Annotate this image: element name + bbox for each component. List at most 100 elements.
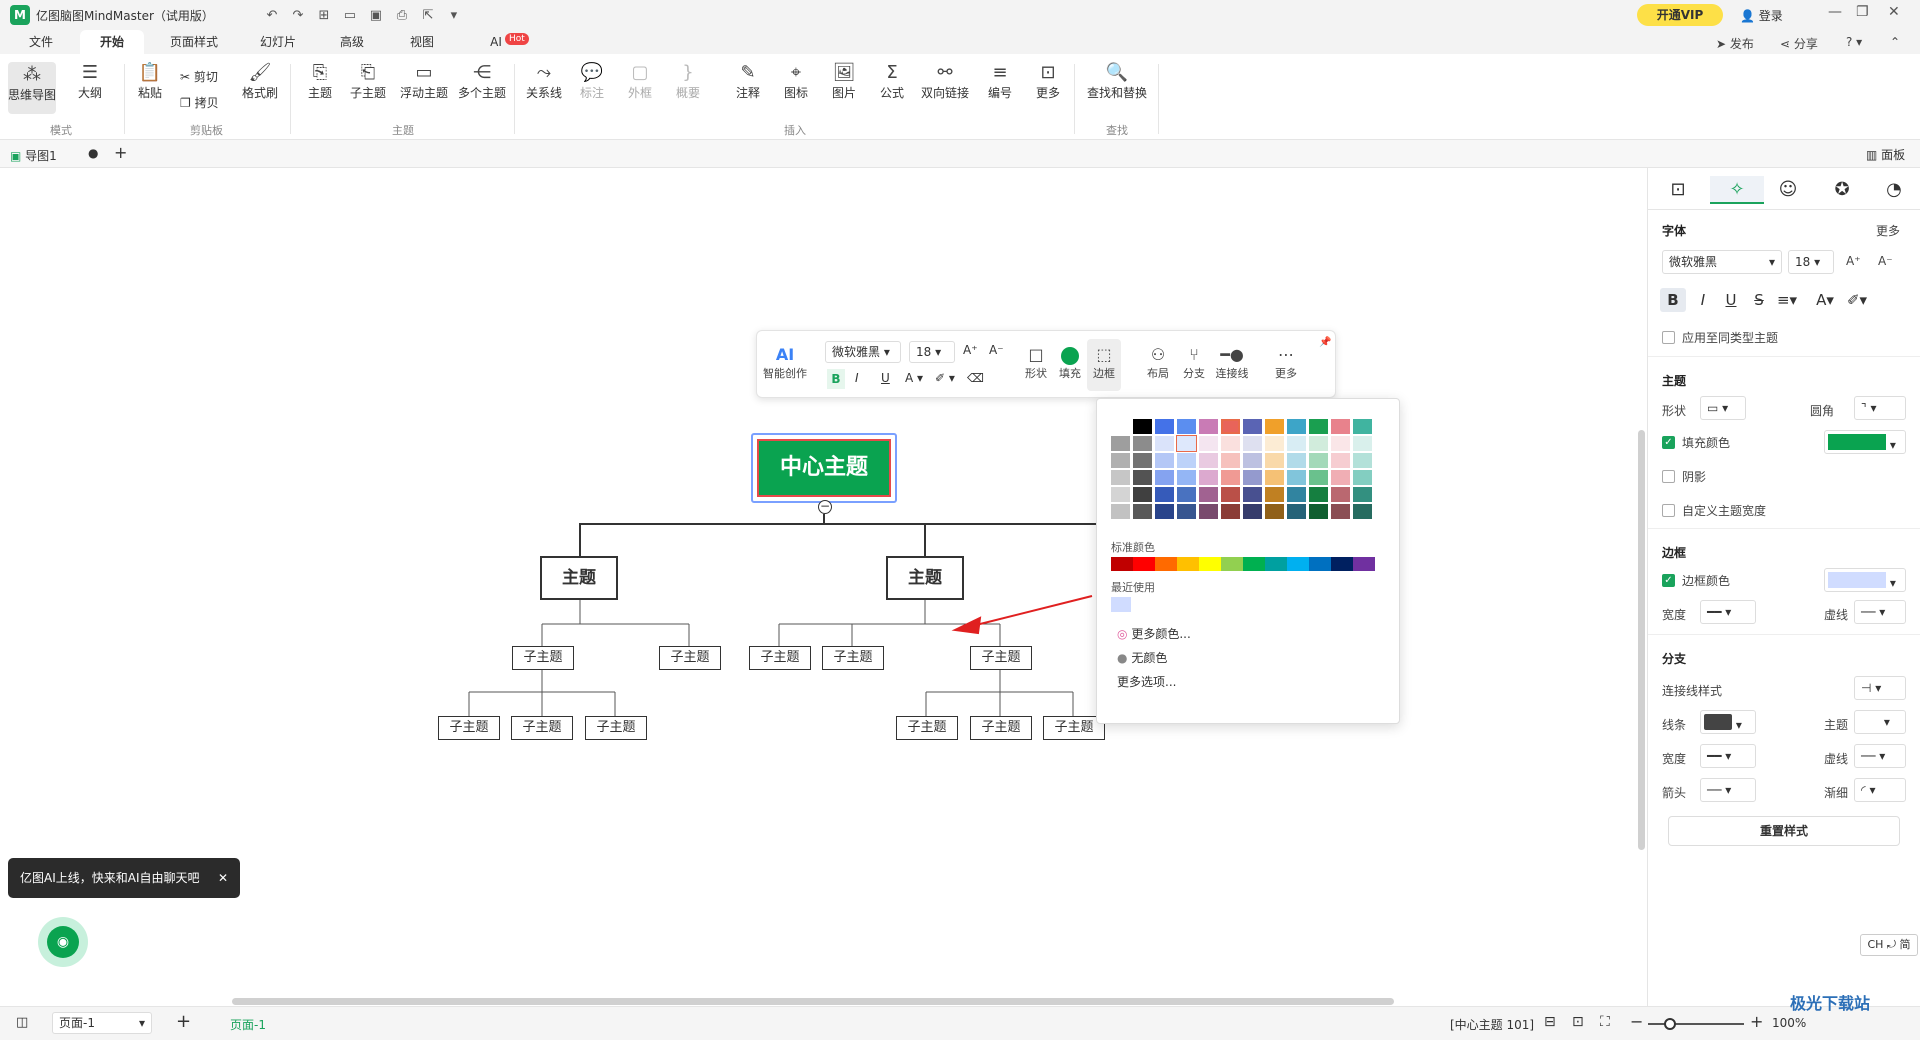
branch-width-select[interactable]: ━━ ▾ (1700, 744, 1756, 768)
connector-button[interactable]: ━● 连接线 (1213, 345, 1251, 381)
color-swatch[interactable] (1133, 504, 1152, 519)
border-dash-select[interactable]: ── ▾ (1854, 600, 1906, 624)
fill-color-select[interactable]: ▾ (1824, 430, 1906, 454)
color-swatch[interactable] (1111, 453, 1130, 468)
color-swatch[interactable] (1287, 504, 1306, 519)
vertical-scrollbar[interactable] (1638, 430, 1645, 850)
floating-topic-button[interactable]: ▭ 浮动主题 (396, 62, 452, 101)
numbering-button[interactable]: ≡ 编号 (976, 62, 1024, 101)
color-swatch[interactable] (1331, 504, 1350, 519)
summary-button[interactable]: } 概要 (664, 62, 712, 101)
font-color-icon[interactable]: A▾ (1812, 288, 1838, 312)
standard-color-swatch[interactable] (1111, 557, 1133, 571)
panel-toggle-button[interactable]: ▥ 面板 (1866, 146, 1905, 163)
pin-toolbar-icon[interactable]: 📌 (1319, 337, 1331, 348)
note-button[interactable]: ✎ 注释 (724, 62, 772, 101)
icon-button[interactable]: ⌖ 图标 (772, 62, 820, 101)
book-view-icon[interactable]: ⊟ (1544, 1014, 1556, 1030)
shape-button[interactable]: □ 形状 (1019, 345, 1053, 381)
color-swatch[interactable] (1287, 470, 1306, 485)
publish-button[interactable]: ➤ 发布 (1716, 35, 1754, 52)
more-options-link[interactable]: 更多选项... (1117, 673, 1176, 690)
color-swatch[interactable] (1199, 419, 1218, 434)
color-swatch[interactable] (1331, 453, 1350, 468)
increase-font-icon[interactable]: A⁺ (963, 343, 978, 357)
tab-view[interactable]: 视图 (394, 30, 450, 54)
no-color-option[interactable]: ● 无颜色 (1117, 649, 1167, 666)
standard-color-swatch[interactable] (1309, 557, 1331, 571)
zoom-slider[interactable] (1648, 1023, 1744, 1025)
tab-history-icon[interactable]: ◔ (1874, 176, 1914, 204)
font-family-select[interactable]: 微软雅黑 ▾ (825, 341, 901, 363)
image-button[interactable]: 🖼 图片 (820, 62, 868, 101)
border-button[interactable]: ⬚ 边框 (1087, 339, 1121, 391)
ime-indicator[interactable]: CH ⤾ 简 (1860, 934, 1918, 956)
color-swatch[interactable] (1309, 470, 1328, 485)
fill-button[interactable]: 填充 (1053, 345, 1087, 381)
color-swatch[interactable] (1111, 419, 1130, 434)
open-folder-icon[interactable]: ▭ (342, 8, 358, 23)
color-swatch[interactable] (1265, 504, 1284, 519)
standard-color-swatch[interactable] (1331, 557, 1353, 571)
color-swatch[interactable] (1243, 470, 1262, 485)
color-swatch[interactable] (1243, 453, 1262, 468)
subtopic[interactable]: 子主题 (585, 716, 647, 740)
taper-select[interactable]: ◜ ▾ (1854, 778, 1906, 802)
color-swatch[interactable] (1111, 504, 1130, 519)
subtopic[interactable]: 子主题 (511, 716, 573, 740)
subtopic[interactable]: 子主题 (822, 646, 884, 670)
copy-button[interactable]: ❐ 拷贝 (180, 94, 219, 111)
color-swatch[interactable] (1331, 419, 1350, 434)
standard-color-swatch[interactable] (1243, 557, 1265, 571)
bold-icon[interactable]: B (827, 369, 845, 389)
color-swatch[interactable] (1199, 453, 1218, 468)
format-painter-button[interactable]: 🖌 格式刷 (236, 62, 284, 101)
zoom-out-button[interactable]: − (1630, 1012, 1643, 1031)
border-width-select[interactable]: ━━ ▾ (1700, 600, 1756, 624)
color-swatch[interactable] (1199, 504, 1218, 519)
clear-format-icon[interactable]: ⌫ (967, 371, 984, 385)
connector-style-select[interactable]: ⊣ ▾ (1854, 676, 1906, 700)
subtopic[interactable]: 子主题 (749, 646, 811, 670)
doc-tab-mindmap1[interactable]: ▣ 导图1 (10, 147, 57, 164)
color-swatch[interactable] (1353, 504, 1372, 519)
tab-advanced[interactable]: 高级 (324, 30, 380, 54)
color-swatch[interactable] (1155, 470, 1174, 485)
tab-page-style[interactable]: 页面样式 (158, 30, 230, 54)
color-swatch[interactable] (1155, 436, 1174, 451)
color-swatch[interactable] (1353, 436, 1372, 451)
fit-page-icon[interactable]: ⊡ (1572, 1014, 1584, 1030)
color-swatch[interactable] (1221, 419, 1240, 434)
color-swatch[interactable] (1353, 453, 1372, 468)
color-swatch[interactable] (1199, 487, 1218, 502)
collapse-ribbon-icon[interactable]: ⌃ (1890, 35, 1900, 49)
standard-color-swatch[interactable] (1221, 557, 1243, 571)
line-color-select[interactable]: ▾ (1700, 710, 1756, 734)
color-swatch[interactable] (1309, 419, 1328, 434)
color-swatch[interactable] (1309, 504, 1328, 519)
color-swatch[interactable] (1243, 436, 1262, 451)
color-swatch[interactable] (1221, 453, 1240, 468)
bold-icon[interactable]: B (1660, 288, 1686, 312)
color-swatch[interactable] (1265, 487, 1284, 502)
ai-assistant-button[interactable]: ◉ (38, 917, 88, 967)
redo-icon[interactable]: ↷ (290, 8, 306, 23)
paste-button[interactable]: 📋 粘贴 (126, 62, 174, 101)
italic-icon[interactable]: I (1690, 288, 1716, 312)
zoom-in-button[interactable]: + (1750, 1012, 1763, 1031)
relation-button[interactable]: ⤳ 关系线 (520, 62, 568, 101)
more-colors-option[interactable]: ◎ 更多颜色... (1117, 625, 1191, 642)
collapse-toggle[interactable]: − (818, 500, 832, 514)
callout-button[interactable]: 💬 标注 (568, 62, 616, 101)
bilink-button[interactable]: ⚯ 双向链接 (916, 62, 974, 101)
horizontal-scrollbar[interactable] (232, 998, 1394, 1005)
tab-home[interactable]: 开始 (80, 30, 144, 54)
highlight-icon[interactable]: ✐▾ (1844, 288, 1870, 312)
shape-select[interactable]: ▭ ▾ (1700, 396, 1746, 420)
standard-color-swatch[interactable] (1265, 557, 1287, 571)
restore-icon[interactable]: ❐ (1856, 4, 1869, 20)
page-list-icon[interactable]: ◫ (16, 1015, 28, 1030)
color-swatch[interactable] (1133, 453, 1152, 468)
highlight-icon[interactable]: ✐ ▾ (935, 371, 955, 385)
tab-style-icon[interactable]: ⊡ (1658, 176, 1698, 204)
